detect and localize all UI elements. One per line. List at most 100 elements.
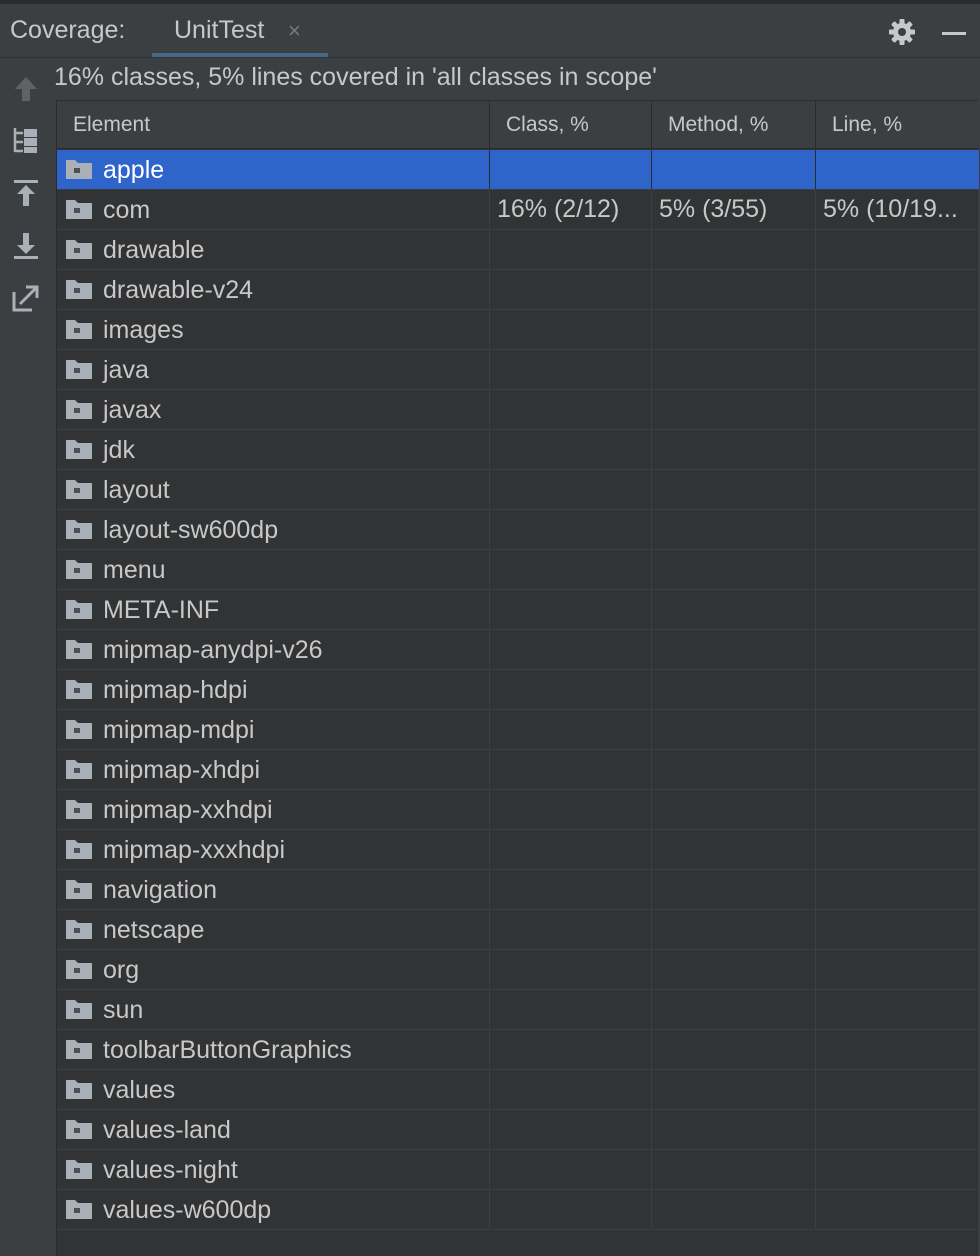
table-row[interactable]: values-night [57, 1150, 979, 1190]
element-cell: org [57, 950, 490, 989]
folder-icon [66, 1200, 92, 1219]
class-coverage-cell [490, 550, 652, 589]
table-row[interactable]: mipmap-anydpi-v26 [57, 630, 979, 670]
element-name: mipmap-hdpi [103, 675, 248, 704]
method-coverage-cell [652, 550, 816, 589]
gear-icon[interactable] [887, 17, 917, 47]
line-coverage-cell [816, 350, 979, 389]
class-coverage-cell [490, 150, 652, 189]
method-coverage-cell [652, 990, 816, 1029]
line-coverage-cell [816, 750, 979, 789]
folder-icon [66, 160, 92, 179]
table-row[interactable]: jdk [57, 430, 979, 470]
table-row[interactable]: values [57, 1070, 979, 1110]
folder-icon [66, 880, 92, 899]
method-coverage-cell [652, 150, 816, 189]
table-row[interactable]: navigation [57, 870, 979, 910]
table-row[interactable]: apple [57, 150, 979, 190]
panel-title: Coverage: [10, 16, 126, 44]
element-name: values [103, 1075, 176, 1104]
element-cell: java [57, 350, 490, 389]
method-coverage-cell [652, 1030, 816, 1069]
column-header-method[interactable]: Method, % [652, 101, 816, 149]
element-cell: menu [57, 550, 490, 589]
element-cell: layout [57, 470, 490, 509]
table-row[interactable]: layout [57, 470, 979, 510]
line-coverage-cell [816, 390, 979, 429]
table-row[interactable]: javax [57, 390, 979, 430]
line-coverage-cell [816, 550, 979, 589]
folder-icon [66, 360, 92, 379]
table-header: Element Class, % Method, % Line, % [57, 101, 979, 149]
tab-unittest[interactable]: UnitTest × [152, 4, 328, 57]
element-cell: jdk [57, 430, 490, 469]
element-cell: META-INF [57, 590, 490, 629]
element-name: mipmap-xhdpi [103, 755, 261, 784]
method-coverage-cell [652, 1190, 816, 1229]
table-row[interactable]: java [57, 350, 979, 390]
method-coverage-cell [652, 350, 816, 389]
table-row[interactable]: com 16% (2/12) 5% (3/55) 5% (10/19... [57, 190, 979, 230]
minimize-icon[interactable] [942, 32, 966, 35]
element-cell: javax [57, 390, 490, 429]
column-header-line[interactable]: Line, % [816, 101, 979, 149]
flatten-packages-icon[interactable] [10, 124, 42, 156]
column-header-element[interactable]: Element [57, 101, 490, 149]
folder-icon [66, 1000, 92, 1019]
export-icon[interactable] [10, 230, 42, 262]
table-row[interactable]: netscape [57, 910, 979, 950]
folder-icon [66, 1080, 92, 1099]
method-coverage-cell [652, 750, 816, 789]
class-coverage-cell [490, 670, 652, 709]
method-coverage-cell [652, 910, 816, 949]
table-row[interactable]: drawable [57, 230, 979, 270]
class-coverage-cell: 16% (2/12) [490, 190, 652, 229]
up-arrow-icon[interactable] [10, 73, 42, 105]
element-name: images [103, 315, 184, 344]
element-cell: values [57, 1070, 490, 1109]
import-icon[interactable] [10, 177, 42, 209]
element-cell: drawable-v24 [57, 270, 490, 309]
line-coverage-cell [816, 710, 979, 749]
table-row[interactable]: drawable-v24 [57, 270, 979, 310]
method-coverage-cell [652, 1110, 816, 1149]
table-row[interactable]: toolbarButtonGraphics [57, 1030, 979, 1070]
table-row[interactable]: values-w600dp [57, 1190, 979, 1230]
table-row[interactable]: mipmap-xxhdpi [57, 790, 979, 830]
folder-icon [66, 320, 92, 339]
table-body: apple com 16% (2/12) 5% (3/55) 5% (10/19... d… [57, 150, 979, 1230]
table-row[interactable]: menu [57, 550, 979, 590]
table-row[interactable]: mipmap-mdpi [57, 710, 979, 750]
element-cell: images [57, 310, 490, 349]
element-name: META-INF [103, 595, 220, 624]
line-coverage-cell [816, 630, 979, 669]
folder-icon [66, 560, 92, 579]
element-cell: values-land [57, 1110, 490, 1149]
table-row[interactable]: values-land [57, 1110, 979, 1150]
table-row[interactable]: images [57, 310, 979, 350]
element-name: jdk [103, 435, 135, 464]
method-coverage-cell [652, 1150, 816, 1189]
folder-icon [66, 720, 92, 739]
element-name: mipmap-anydpi-v26 [103, 635, 323, 664]
class-coverage-cell [490, 1070, 652, 1109]
column-header-class[interactable]: Class, % [490, 101, 652, 149]
folder-icon [66, 680, 92, 699]
element-cell: mipmap-xhdpi [57, 750, 490, 789]
table-row[interactable]: META-INF [57, 590, 979, 630]
table-row[interactable]: org [57, 950, 979, 990]
generate-report-icon[interactable] [10, 282, 42, 314]
element-name: mipmap-mdpi [103, 715, 255, 744]
table-row[interactable]: sun [57, 990, 979, 1030]
table-row[interactable]: mipmap-hdpi [57, 670, 979, 710]
table-row[interactable]: mipmap-xxxhdpi [57, 830, 979, 870]
table-row[interactable]: layout-sw600dp [57, 510, 979, 550]
line-coverage-cell [816, 470, 979, 509]
close-icon[interactable]: × [288, 18, 301, 44]
method-coverage-cell [652, 830, 816, 869]
coverage-tool-window: Coverage: UnitTest × 16% classes, 5% lin… [0, 0, 980, 1256]
folder-icon [66, 480, 92, 499]
folder-icon [66, 440, 92, 459]
table-row[interactable]: mipmap-xhdpi [57, 750, 979, 790]
folder-icon [66, 400, 92, 419]
